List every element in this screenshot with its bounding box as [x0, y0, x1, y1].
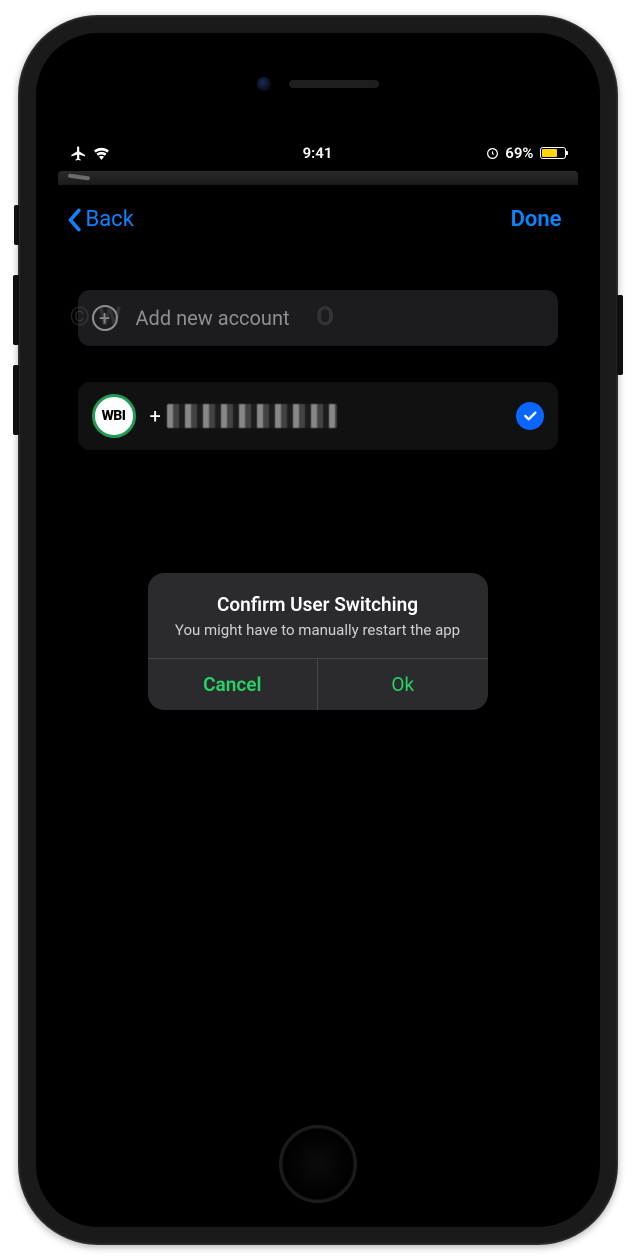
- battery-percent: 69%: [505, 144, 533, 162]
- phone-frame: 9:41 69% Back Done ©: [18, 15, 618, 1245]
- ok-button[interactable]: Ok: [318, 659, 488, 710]
- battery-icon: [540, 147, 566, 159]
- confirm-dialog: Confirm User Switching You might have to…: [148, 573, 488, 710]
- power-button: [617, 295, 623, 375]
- cancel-button[interactable]: Cancel: [148, 659, 319, 710]
- earpiece: [289, 80, 379, 88]
- done-button[interactable]: Done: [511, 207, 562, 232]
- add-account-label: Add new account: [136, 306, 290, 330]
- back-button[interactable]: Back: [66, 207, 134, 232]
- chevron-left-icon: [66, 208, 82, 232]
- redacted-number: [167, 404, 337, 428]
- add-account-row[interactable]: © W O + Add new account: [78, 290, 558, 346]
- phone-inner: 9:41 69% Back Done ©: [36, 33, 600, 1227]
- status-bar: 9:41 69%: [58, 141, 578, 165]
- earpiece-area: [257, 77, 379, 91]
- account-row[interactable]: WBI +: [78, 382, 558, 450]
- dialog-title: Confirm User Switching: [168, 593, 468, 616]
- avatar: WBI: [92, 394, 136, 438]
- volume-down: [13, 365, 19, 435]
- screen: 9:41 69% Back Done ©: [58, 133, 578, 1117]
- airplane-icon: [70, 145, 87, 162]
- mute-switch: [14, 205, 19, 245]
- rotation-lock-icon: [486, 147, 499, 160]
- back-label: Back: [86, 207, 134, 232]
- sheet-handle-area: [58, 171, 578, 197]
- front-camera: [257, 77, 271, 91]
- account-phone: +: [150, 404, 502, 428]
- nav-bar: Back Done: [58, 197, 578, 250]
- dialog-message: You might have to manually restart the a…: [168, 620, 468, 640]
- selected-check-icon: [516, 402, 544, 430]
- plus-icon: +: [92, 305, 118, 331]
- home-button[interactable]: [279, 1125, 357, 1203]
- wifi-icon: [93, 147, 110, 160]
- volume-up: [13, 275, 19, 345]
